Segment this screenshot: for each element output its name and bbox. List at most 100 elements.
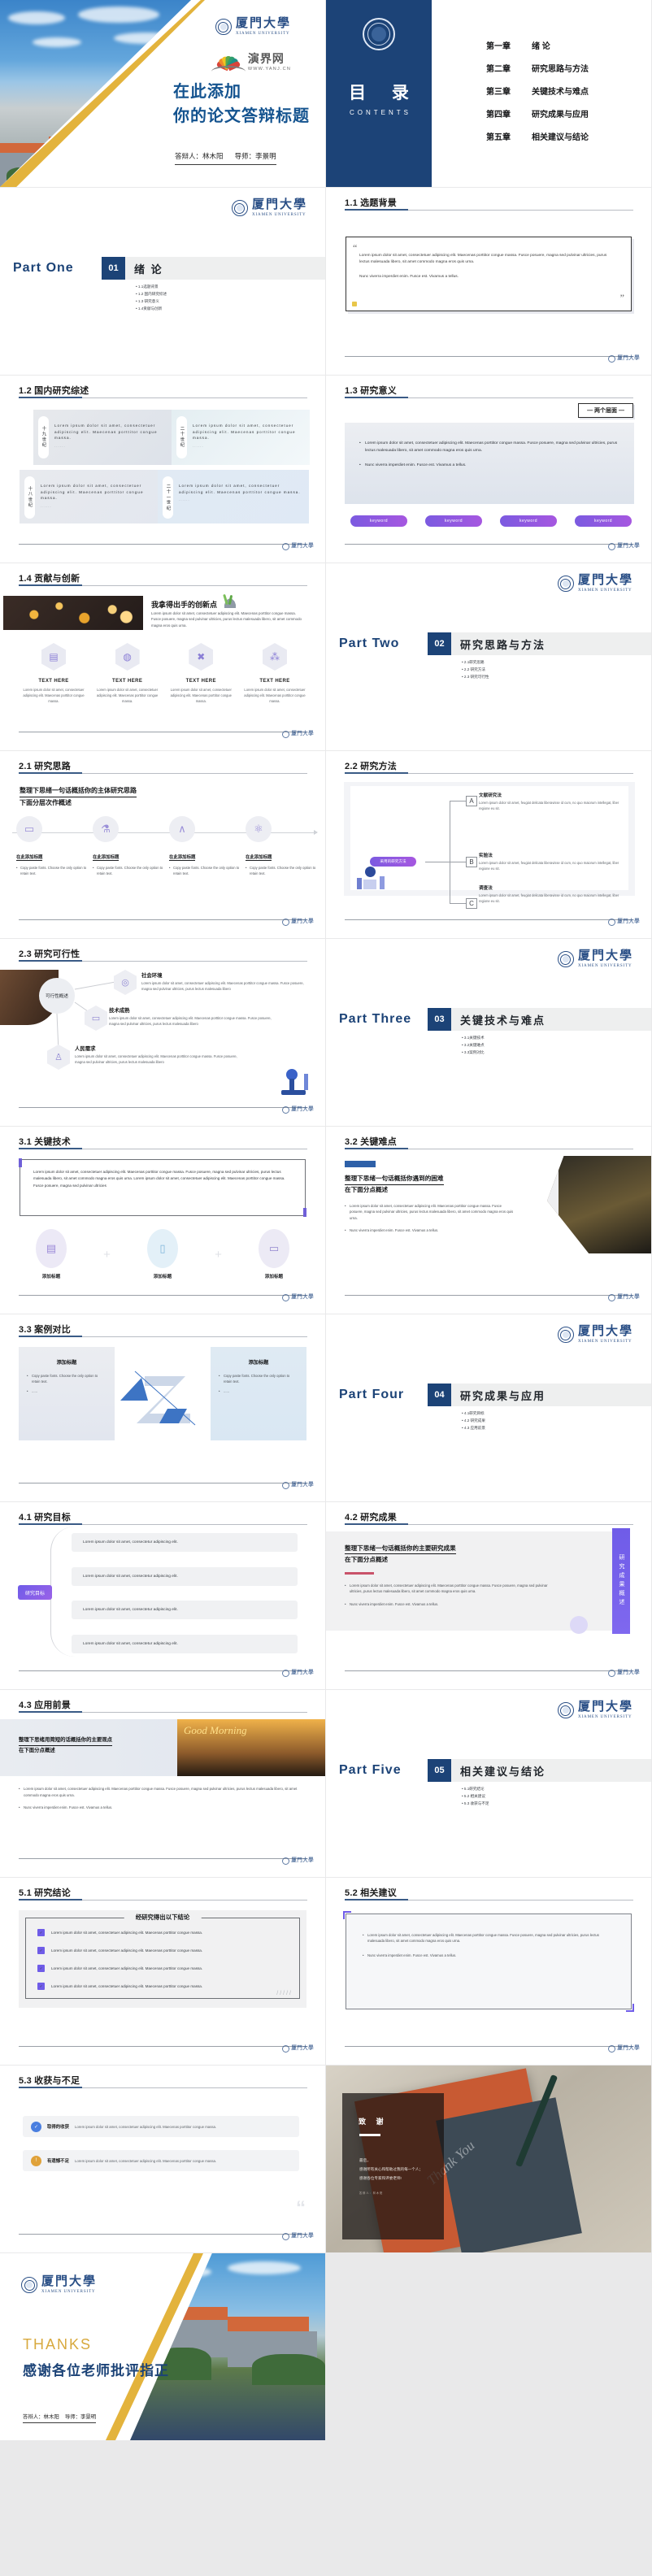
list-item[interactable]: 第五章 相关建议与结论 xyxy=(486,130,589,142)
lead-line-1: 整理下思绪一句话概括你遇到的困难 xyxy=(345,1174,444,1185)
part-title: 绪 论 xyxy=(134,263,163,276)
part-label-en: Part Three xyxy=(339,1012,412,1026)
era-label: 二十世纪 xyxy=(176,416,187,458)
university-name-en: XIAMEN UNIVERSITY xyxy=(577,589,632,593)
section-lead: 整理下思绪一句话概括你的主要研究成果 在下面分点概述 xyxy=(345,1543,456,1566)
cell-title: TEXT HERE xyxy=(112,679,143,684)
gain-title: 取得的收获 xyxy=(47,2125,69,2130)
bullet-square-icon: ✓ xyxy=(37,1983,45,1990)
body-text: Lorem ipsum dolor sit amet, consectetuer… xyxy=(74,2124,217,2129)
university-seal-icon xyxy=(557,951,574,967)
list-item: ⁂ TEXT HERE Lorem ipsum dolor sit amet, … xyxy=(241,643,309,704)
list-item: Lorem ipsum dolor sit amet, consectetur … xyxy=(72,1567,298,1586)
part-number: 01 xyxy=(102,257,125,280)
part-subitems: 4.1研究目标 4.2 研究成果 4.3 应用前景 xyxy=(462,1410,485,1432)
title-rule xyxy=(345,397,633,398)
university-name-zh: 厦門大學 xyxy=(291,543,314,550)
footer-rule xyxy=(19,2234,307,2235)
ellipsis: ...... xyxy=(27,1389,106,1395)
list-item: 技术成熟 Lorem ipsum dolor sit amet, consect… xyxy=(109,1006,272,1027)
university-name-zh: 厦門大學 xyxy=(617,355,640,362)
list-item: 2.3 研究可行性 xyxy=(462,674,489,681)
title-rule xyxy=(19,1336,307,1337)
body-text: Lorem ipsum dolor sit amet, consectetuer… xyxy=(75,1054,237,1064)
body-text: Lorem ipsum dolor sit amet, consectetuer… xyxy=(74,2158,217,2163)
planet-icon: ◍ xyxy=(115,643,140,671)
list-item: ! 有遗憾不足 Lorem ipsum dolor sit amet, cons… xyxy=(23,2150,299,2171)
list-item: 3.1关键技术 xyxy=(462,1035,485,1042)
list-item: ▭ 添加标题 xyxy=(242,1229,306,1279)
university-seal-icon xyxy=(215,19,232,35)
chapter-name: 绪 论 xyxy=(532,42,550,51)
list-item[interactable]: 第四章 研究成果与应用 xyxy=(486,107,589,119)
footer-rule xyxy=(345,919,633,920)
chapter-number: 第五章 xyxy=(486,133,511,142)
network-icon: ⁂ xyxy=(262,643,287,671)
title-rule xyxy=(345,1523,633,1525)
body-text: Lorem ipsum dolor sit amet, consectetuer… xyxy=(179,484,301,502)
bullet-square-icon: ✓ xyxy=(37,1965,45,1972)
list-item: 文献研究法 Lorem ipsum dolor sit amet, feugia… xyxy=(479,792,627,811)
thanks-zh: 感谢各位老师批评指正 xyxy=(23,2363,169,2378)
university-seal-icon xyxy=(363,18,395,50)
contents-subtitle: CONTENTS xyxy=(350,109,411,116)
list-item[interactable]: 第三章 关键技术与难点 xyxy=(486,85,589,97)
lead-line-2: 在下面分点概述 xyxy=(345,1185,389,1193)
keyword-chip[interactable]: keyword xyxy=(575,515,632,527)
z-arrow-graphic xyxy=(120,1371,196,1426)
footer-rule xyxy=(19,1295,307,1296)
keyword-chip[interactable]: keyword xyxy=(350,515,407,527)
footer-logo: 厦門大學 xyxy=(608,1670,640,1677)
body-text: Lorem ipsum dolor sit amet, consectetuer… xyxy=(51,1966,203,1970)
section-lead: 整理下思绪用简短的话概括你的主要观点 在下面分点概述 xyxy=(19,1735,113,1755)
part-number: 02 xyxy=(428,632,451,655)
title-rule xyxy=(19,1711,307,1713)
university-seal-icon xyxy=(282,731,290,738)
part-label-en: Part One xyxy=(13,261,74,275)
section-lead: 整理下思绪一句话概括你的主体研究思路 下面分层次作概述 xyxy=(20,785,137,809)
slide-4-3: 4.3 应用前景 Good Morning 整理下思绪用简短的话概括你的主要观点… xyxy=(0,1690,325,1877)
university-logo: 厦門大學 XIAMEN UNIVERSITY xyxy=(21,2276,97,2294)
body-text: Lorem ipsum dolor sit amet, feugiat deli… xyxy=(479,861,619,871)
body-text: Lorem ipsum dolor sit amet, consectetuer… xyxy=(96,688,159,703)
contents-sidebar: 目 录 CONTENTS xyxy=(326,0,432,187)
quote-close-icon: ” xyxy=(619,292,624,303)
tech-cells: ▤ 添加标题 + ▯ 添加标题 + ▭ 添加标题 xyxy=(20,1229,306,1279)
body-text: Lorem ipsum dolor sit amet, consectetuer… xyxy=(141,981,304,991)
slide-1-2: 1.2 国内研究综述 十九世纪 Lorem ipsum dolor sit am… xyxy=(0,376,325,563)
body-text: Copy paste fonts. Choose the only option… xyxy=(16,866,88,876)
page-title: 5.1 研究结论 xyxy=(19,1888,71,1898)
list-item: 1.2 国内研究综述 xyxy=(136,291,167,298)
page-title: 3.3 案例对比 xyxy=(19,1325,71,1335)
step-title: 在此添加标题 xyxy=(16,855,43,861)
keyword-chip[interactable]: keyword xyxy=(425,515,482,527)
laptop-icon: ▭ xyxy=(258,1229,289,1268)
title-line-2: 你的论文答辩标题 xyxy=(173,107,310,125)
presentation-title: 在此添加 你的论文答辩标题 xyxy=(173,80,310,128)
footer-rule xyxy=(345,544,633,545)
keyword-chip[interactable]: keyword xyxy=(500,515,557,527)
university-name-zh: 厦門大學 xyxy=(291,1670,314,1676)
slide-contents: 目 录 CONTENTS 第一章 绪 论 第二章 研究思路与方法 第三章 关键技… xyxy=(326,0,651,187)
slide-part-three: 厦門大學 XIAMEN UNIVERSITY Part Three 03 关键技… xyxy=(326,939,651,1126)
body-text: Lorem ipsum dolor sit amet, consectetuer… xyxy=(359,441,619,455)
part-subitems: 5.1研究结论 5.2 相关建议 5.3 收获与不足 xyxy=(462,1786,489,1808)
section-lead: 整理下思绪一句话概括你遇到的困难 在下面分点概述 xyxy=(345,1174,444,1196)
title-rule xyxy=(345,772,633,774)
quote-decoration: “ xyxy=(296,2197,306,2219)
body-text: Nunc viverra imperdiet enim. Fusce est. … xyxy=(345,1227,515,1234)
part-label-en: Part Four xyxy=(339,1388,405,1401)
list-item: ▭ 在此添加标题 Copy paste fonts. Choose the on… xyxy=(16,816,88,876)
university-name-zh: 厦門大學 xyxy=(577,1325,633,1338)
list-item[interactable]: 第一章 绪 论 xyxy=(486,39,589,51)
body-text: Lorem ipsum dolor sit amet, consectetuer… xyxy=(51,1984,203,1988)
list-item: 1.4贡献与创新 xyxy=(136,306,167,313)
slide-2-2: 2.2 研究方法 采用的研究方法 A B C 文献研究法 Lorem ipsum… xyxy=(326,751,651,938)
list-item: 4.2 研究成果 xyxy=(462,1418,485,1425)
university-name-zh: 厦門大學 xyxy=(617,543,640,550)
university-name-zh: 厦門大學 xyxy=(291,1294,314,1301)
list-item[interactable]: 第二章 研究思路与方法 xyxy=(486,62,589,74)
university-logo: 厦門大學 XIAMEN UNIVERSITY xyxy=(215,18,291,36)
prospect-list: Lorem ipsum dolor sit amet, consectetuer… xyxy=(19,1786,305,1818)
list-item: 5.2 相关建议 xyxy=(462,1793,489,1801)
